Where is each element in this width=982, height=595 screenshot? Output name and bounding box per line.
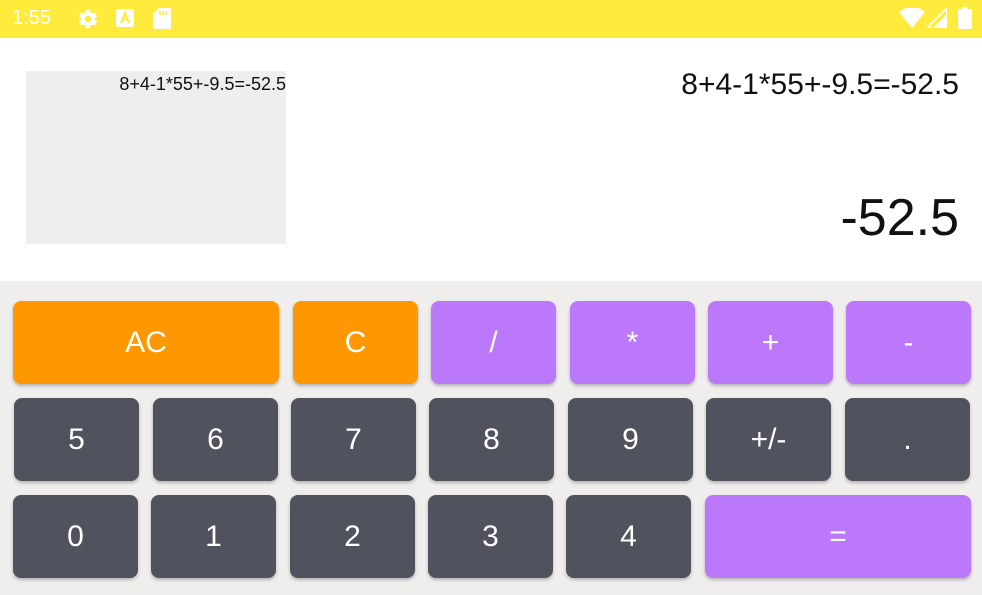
equals-button[interactable]: = xyxy=(705,495,971,578)
digit-6-button[interactable]: 6 xyxy=(153,398,278,481)
all-clear-button[interactable]: AC xyxy=(13,301,279,384)
plus-button[interactable]: + xyxy=(708,301,833,384)
result-display: -52.5 xyxy=(840,189,959,247)
gear-icon xyxy=(77,8,99,35)
digit-2-button[interactable]: 2 xyxy=(290,495,415,578)
sd-card-icon xyxy=(153,8,171,34)
digit-3-button[interactable]: 3 xyxy=(428,495,553,578)
plus-minus-button[interactable]: +/- xyxy=(706,398,831,481)
multiply-button[interactable]: * xyxy=(570,301,695,384)
font-a-icon xyxy=(116,9,134,32)
decimal-point-button[interactable]: . xyxy=(845,398,970,481)
digit-1-button[interactable]: 1 xyxy=(151,495,276,578)
digit-7-button[interactable]: 7 xyxy=(291,398,416,481)
minus-button[interactable]: - xyxy=(846,301,971,384)
divide-button[interactable]: / xyxy=(431,301,556,384)
display-area: 8+4-1*55+-9.5=-52.5 8+4-1*55+-9.5=-52.5 … xyxy=(0,38,982,281)
signal-icon xyxy=(924,5,948,33)
digit-5-button[interactable]: 5 xyxy=(14,398,139,481)
wifi-icon xyxy=(899,7,925,33)
keypad: AC C / * + - 5 6 7 8 9 +/- . 0 1 2 3 4 = xyxy=(0,281,982,595)
digit-8-button[interactable]: 8 xyxy=(429,398,554,481)
status-bar: 1:55 xyxy=(0,0,982,38)
digit-0-button[interactable]: 0 xyxy=(13,495,138,578)
history-panel[interactable]: 8+4-1*55+-9.5=-52.5 xyxy=(26,71,286,244)
battery-icon xyxy=(958,7,972,34)
digit-4-button[interactable]: 4 xyxy=(566,495,691,578)
clear-button[interactable]: C xyxy=(293,301,418,384)
digit-9-button[interactable]: 9 xyxy=(568,398,693,481)
history-entry: 8+4-1*55+-9.5=-52.5 xyxy=(119,74,286,94)
status-time: 1:55 xyxy=(12,7,51,29)
expression-display: 8+4-1*55+-9.5=-52.5 xyxy=(681,68,959,101)
